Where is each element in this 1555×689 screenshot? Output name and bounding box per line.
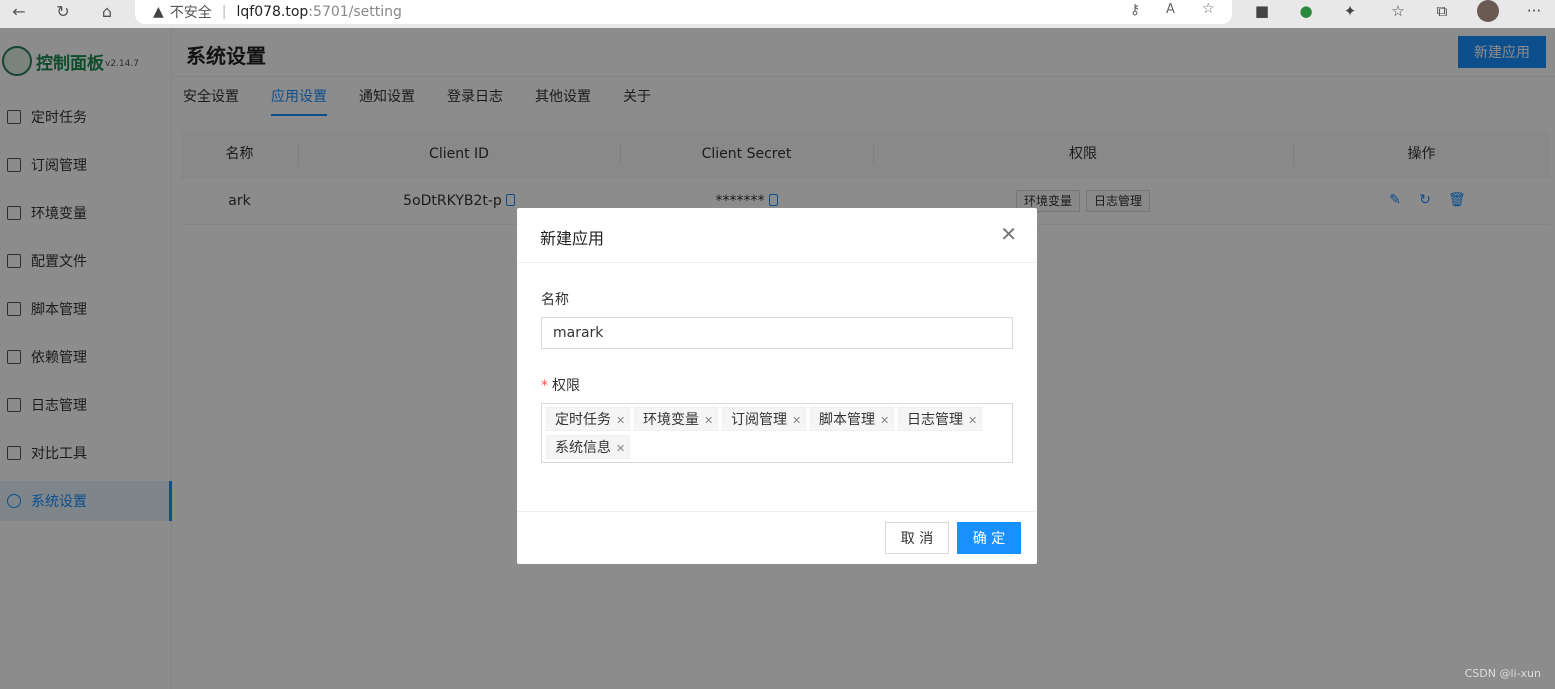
tag-close-icon[interactable]: ✕ [704, 414, 713, 427]
permission-label-text: 权限 [552, 378, 580, 394]
address-bar[interactable]: ▲ 不安全 | lqf078.top :5701/setting ⚷ A ☆ [135, 0, 1232, 24]
tag-label: 系统信息 [555, 440, 611, 456]
back-arrow-icon[interactable]: ← [8, 0, 30, 22]
url-path: :5701/setting [308, 4, 402, 20]
browser-toolbar: ← ↻ ⌂ ▲ 不安全 | lqf078.top :5701/setting ⚷… [0, 0, 1555, 28]
favorites-icon[interactable]: ☆ [1388, 0, 1408, 22]
tag-close-icon[interactable]: ✕ [968, 414, 977, 427]
globe-extension-icon[interactable]: ● [1296, 0, 1316, 22]
add-favorite-icon[interactable]: ☆ [1202, 1, 1215, 17]
key-icon[interactable]: ⚷ [1130, 2, 1140, 18]
tag-label: 订阅管理 [731, 412, 787, 428]
tag-label: 环境变量 [643, 412, 699, 428]
home-icon[interactable]: ⌂ [96, 0, 118, 22]
tag-close-icon[interactable]: ✕ [880, 414, 889, 427]
tag-close-icon[interactable]: ✕ [792, 414, 801, 427]
url-separator: | [221, 4, 227, 20]
modal-title: 新建应用 [540, 229, 605, 248]
new-app-modal: 新建应用 ✕ 名称 *权限 定时任务 ✕ 环境变量 ✕ 订阅管理 ✕ 脚本管理 ✕ 日志… [517, 208, 1037, 564]
name-input[interactable] [541, 317, 1013, 349]
profile-avatar[interactable] [1476, 0, 1500, 22]
refresh-icon[interactable]: ↻ [52, 0, 74, 22]
warning-icon: ▲ [153, 4, 164, 20]
selected-permission-tag: 订阅管理 ✕ [722, 407, 807, 431]
modal-footer: 取 消 确 定 [517, 511, 1037, 564]
more-menu-icon[interactable]: ··· [1524, 0, 1544, 22]
selected-permission-tag: 日志管理 ✕ [898, 407, 983, 431]
collections-icon[interactable]: ⧉ [1432, 0, 1452, 22]
selected-permission-tag: 脚本管理 ✕ [810, 407, 895, 431]
close-icon[interactable]: ✕ [1000, 222, 1017, 246]
name-label: 名称 [541, 292, 569, 308]
selected-permission-tag: 定时任务 ✕ [546, 407, 631, 431]
selected-permission-tag: 环境变量 ✕ [634, 407, 719, 431]
tag-close-icon[interactable]: ✕ [616, 442, 625, 455]
selected-permission-tag: 系统信息 ✕ [546, 435, 631, 459]
tag-close-icon[interactable]: ✕ [616, 414, 625, 427]
tag-label: 定时任务 [555, 412, 611, 428]
extensions-puzzle-icon[interactable]: ✦ [1340, 0, 1360, 22]
modal-header: 新建应用 ✕ [517, 208, 1037, 263]
confirm-button[interactable]: 确 定 [957, 522, 1021, 554]
required-mark: * [541, 378, 548, 394]
read-aloud-icon[interactable]: A [1166, 2, 1175, 17]
tag-label: 日志管理 [907, 412, 963, 428]
watermark: CSDN @li-xun [1464, 667, 1541, 680]
url-host: lqf078.top [236, 4, 309, 20]
permission-label: * 权限 [541, 375, 580, 395]
tag-label: 脚本管理 [819, 412, 875, 428]
security-label: 不安全 [169, 5, 212, 21]
permission-select[interactable]: 定时任务 ✕ 环境变量 ✕ 订阅管理 ✕ 脚本管理 ✕ 日志管理 ✕ 系统信息 ✕ [541, 403, 1013, 463]
extension-icon[interactable]: ■ [1252, 0, 1272, 22]
cancel-button[interactable]: 取 消 [885, 522, 949, 554]
